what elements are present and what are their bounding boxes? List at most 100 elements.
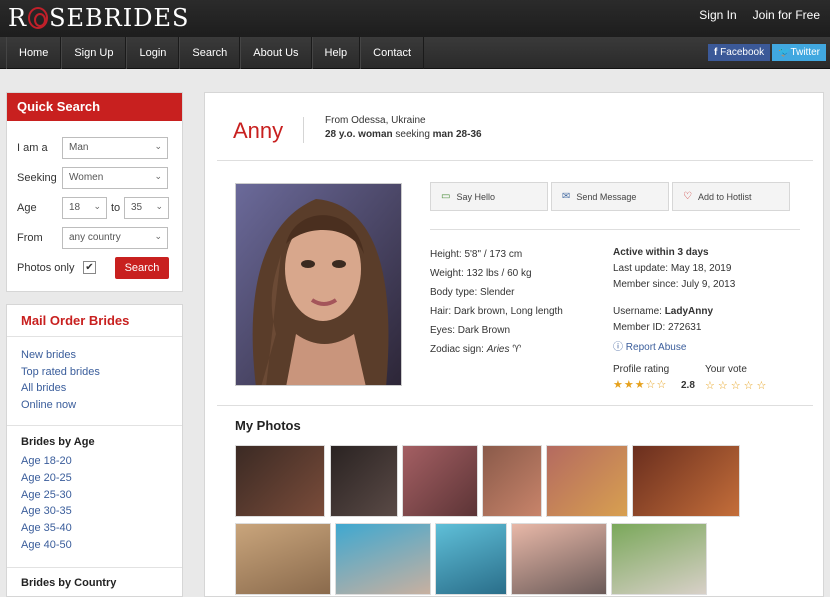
facebook-label: Facebook (720, 47, 765, 58)
country-select[interactable]: any country ⌄ (62, 227, 168, 249)
aries-icon: ♈ (512, 344, 522, 355)
age-link[interactable]: Age 25-30 (21, 489, 72, 501)
photo-thumbnail[interactable] (482, 445, 542, 517)
seeking-prefix: 28 y.o. woman (325, 129, 393, 140)
mail-order-title: Mail Order Brides (7, 305, 182, 337)
heart-icon: ♡ (683, 191, 692, 202)
age-to-select[interactable]: 35 ⌄ (124, 197, 169, 219)
nav-home[interactable]: Home (6, 37, 62, 69)
seeking-value: Women (69, 172, 104, 183)
age-link[interactable]: Age 40-50 (21, 539, 72, 551)
search-button[interactable]: Search (115, 257, 169, 279)
from-label: From (17, 232, 43, 244)
seeking-suffix: man 28-36 (432, 129, 482, 140)
last-update: Last update: May 18, 2019 (613, 263, 732, 274)
weight-fact: Weight: 132 lbs / 60 kg (430, 268, 532, 279)
profile-location: From Odessa, Ukraine (325, 115, 426, 126)
photos-only-label: Photos only (17, 262, 75, 274)
username-label: Username: (613, 306, 662, 317)
photo-thumbnail[interactable] (435, 523, 507, 595)
main-nav: Home Sign Up Login Search About Us Help … (0, 37, 830, 69)
photo-thumbnail[interactable] (402, 445, 478, 517)
body-fact: Body type: Slender (430, 287, 515, 298)
send-message-button[interactable]: ✉ Send Message (551, 182, 669, 211)
hair-fact: Hair: Dark brown, Long length (430, 306, 563, 317)
age-link[interactable]: Age 20-25 (21, 472, 72, 484)
top-bar: R SEBRIDES Sign In Join for Free (0, 0, 830, 37)
age-from-select[interactable]: 18 ⌄ (62, 197, 107, 219)
age-link[interactable]: Age 35-40 (21, 522, 72, 534)
seeking-middle: seeking (395, 129, 430, 140)
nav-search[interactable]: Search (179, 37, 241, 69)
rating-value: 2.8 (681, 380, 695, 391)
nav-help[interactable]: Help (311, 37, 361, 69)
quick-search-title: Quick Search (7, 93, 182, 121)
all-brides-link[interactable]: All brides (21, 382, 66, 394)
country-value: any country (69, 232, 121, 243)
add-hotlist-button[interactable]: ♡ Add to Hotlist (672, 182, 790, 211)
member-since: Member since: July 9, 2013 (613, 279, 736, 290)
twitter-icon: 🐦 (778, 47, 791, 58)
rating-stars: ★★★☆☆ (613, 379, 668, 391)
nav-contact[interactable]: Contact (360, 37, 425, 69)
nav-login[interactable]: Login (126, 37, 180, 69)
quick-search-panel: Quick Search I am a Man ⌄ Seeking Women ⌄ … (6, 92, 183, 292)
active-status: Active within 3 days (613, 247, 709, 258)
zodiac-label: Zodiac sign: (430, 344, 484, 355)
add-hotlist-label: Add to Hotlist (697, 191, 752, 202)
mail-order-panel: Mail Order Brides New brides Top rated b… (6, 304, 183, 597)
nav-about[interactable]: About Us (240, 37, 312, 69)
profile-photo[interactable] (235, 183, 402, 386)
photo-thumbnail[interactable] (235, 523, 331, 595)
brides-by-age-title: Brides by Age (21, 436, 95, 448)
username-value: LadyAnny (664, 306, 714, 317)
username: Username: LadyAnny (613, 306, 713, 317)
photo-thumbnail[interactable] (335, 523, 431, 595)
i-am-label: I am a (17, 142, 48, 154)
age-to-label: to (111, 202, 121, 214)
photo-thumbnail[interactable] (611, 523, 707, 595)
seeking-label: Seeking (17, 172, 57, 184)
eyes-fact: Eyes: Dark Brown (430, 325, 511, 336)
twitter-button[interactable]: 🐦Twitter (772, 44, 826, 61)
photo-thumbnail[interactable] (235, 445, 325, 517)
nav-sign-up[interactable]: Sign Up (61, 37, 127, 69)
my-photos-title: My Photos (235, 418, 301, 433)
age-link[interactable]: Age 18-20 (21, 455, 72, 467)
chevron-down-icon: ⌄ (154, 141, 162, 151)
vote-label: Your vote (705, 364, 747, 375)
age-from-value: 18 (69, 202, 81, 213)
age-link[interactable]: Age 30-35 (21, 505, 72, 517)
photo-thumbnail[interactable] (511, 523, 607, 595)
online-now-link[interactable]: Online now (21, 399, 76, 411)
seeking-select[interactable]: Women ⌄ (62, 167, 168, 189)
profile-seeking: 28 y.o. woman seeking man 28-36 (325, 129, 482, 140)
facebook-icon: f (714, 47, 718, 58)
vote-stars[interactable]: ☆☆☆☆☆ (705, 379, 769, 392)
member-id: Member ID: 272631 (613, 322, 702, 333)
chevron-down-icon: ⌄ (154, 231, 162, 241)
zodiac-fact: Zodiac sign: Aries ♈ (430, 344, 521, 355)
say-hello-button[interactable]: ▭ Say Hello (430, 182, 548, 211)
facebook-button[interactable]: f Facebook (708, 44, 771, 61)
photo-thumbnail[interactable] (546, 445, 628, 517)
send-message-label: Send Message (576, 191, 637, 202)
chat-bubble-icon: ▭ (441, 191, 451, 202)
photo-thumbnail[interactable] (330, 445, 398, 517)
photo-thumbnail[interactable] (632, 445, 740, 517)
report-abuse-label: Report Abuse (625, 342, 687, 353)
chevron-down-icon: ⌄ (154, 171, 162, 181)
photos-only-checkbox[interactable]: ✔ (83, 261, 96, 274)
brides-by-country-title: Brides by Country (21, 577, 117, 589)
sign-in-link[interactable]: Sign In (699, 8, 736, 22)
i-am-select[interactable]: Man ⌄ (62, 137, 168, 159)
rose-logo-icon (28, 7, 49, 29)
rating-label: Profile rating (613, 364, 670, 375)
site-logo[interactable]: R SEBRIDES (8, 4, 189, 32)
join-free-link[interactable]: Join for Free (753, 8, 820, 22)
height-fact: Height: 5'8" / 173 cm (430, 249, 523, 260)
say-hello-label: Say Hello (456, 191, 495, 202)
top-rated-link[interactable]: Top rated brides (21, 366, 100, 378)
report-abuse-link[interactable]: ⓘ Report Abuse (613, 338, 686, 353)
new-brides-link[interactable]: New brides (21, 349, 76, 361)
